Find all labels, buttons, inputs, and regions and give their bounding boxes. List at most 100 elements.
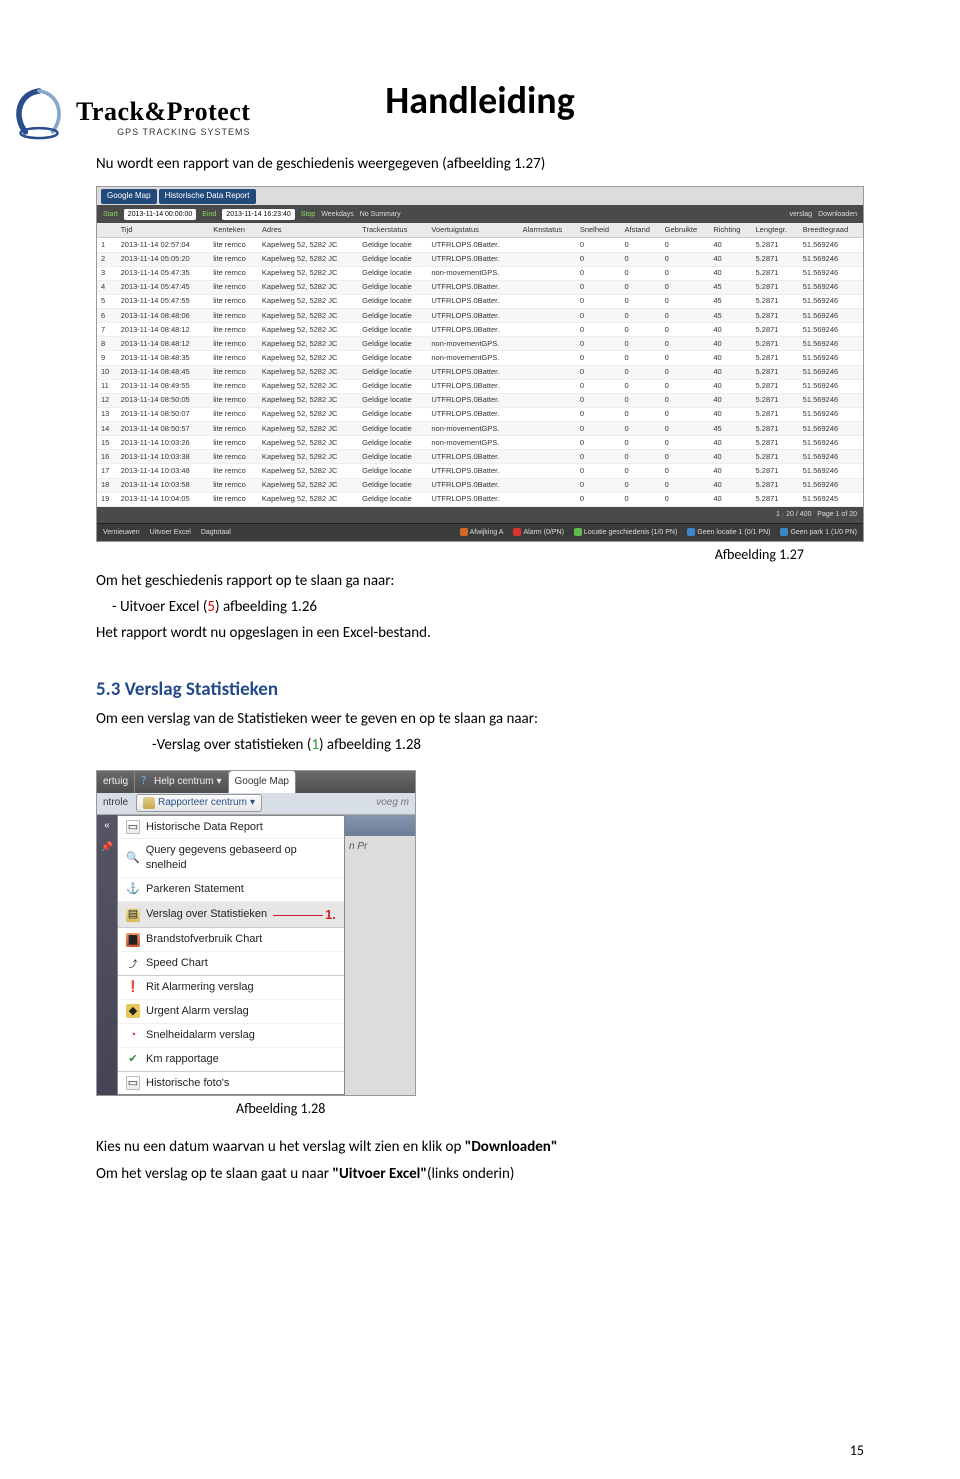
table-cell: 40 bbox=[709, 393, 751, 407]
table-row[interactable]: 92013-11-14 08:48:35lite remcoKapelweg 5… bbox=[97, 351, 863, 365]
table-cell: Kapelweg 52, 5282 JC bbox=[258, 351, 358, 365]
table-cell: Geldige locatie bbox=[358, 337, 427, 351]
table-cell: 0 bbox=[661, 478, 710, 492]
help-centrum-menu[interactable]: ？Help centrum▾ bbox=[135, 771, 229, 793]
table-cell: UTFRLOPS.0Batter. bbox=[427, 407, 518, 421]
dropdown-item[interactable]: ✔Km rapportage bbox=[118, 1048, 344, 1072]
table-cell: lite remco bbox=[209, 252, 258, 266]
table-cell: 0 bbox=[576, 379, 621, 393]
nosummary-option[interactable]: No Summary bbox=[360, 210, 401, 219]
report-column-header bbox=[97, 223, 117, 238]
table-cell: Kapelweg 52, 5282 JC bbox=[258, 323, 358, 337]
verslag-button[interactable]: verslag bbox=[790, 210, 813, 219]
table-row[interactable]: 152013-11-14 10:03:26lite remcoKapelweg … bbox=[97, 436, 863, 450]
end-date-input[interactable]: 2013-11-14 16:23:40 bbox=[222, 209, 294, 220]
dropdown-item[interactable]: ❗Rit Alarmering verslag bbox=[118, 976, 344, 1000]
table-cell bbox=[519, 464, 576, 478]
table-cell: 2013-11-14 05:47:45 bbox=[117, 280, 210, 294]
table-cell: UTFRLOPS.0Batter. bbox=[427, 379, 518, 393]
table-cell: 0 bbox=[661, 393, 710, 407]
pin-icon[interactable]: 📌 bbox=[97, 837, 117, 859]
report-pager[interactable]: 1 · 20 / 400 Page 1 of 20 bbox=[97, 507, 863, 523]
dropdown-item[interactable]: ▤Verslag over Statistieken1. bbox=[118, 902, 344, 929]
table-cell: 17 bbox=[97, 464, 117, 478]
table-cell: Kapelweg 52, 5282 JC bbox=[258, 252, 358, 266]
legend-c: Locatie geschiedenis (1/0 PN) bbox=[574, 528, 677, 537]
table-row[interactable]: 122013-11-14 08:50:05lite remcoKapelweg … bbox=[97, 393, 863, 407]
table-row[interactable]: 162013-11-14 10:03:38lite remcoKapelweg … bbox=[97, 450, 863, 464]
table-row[interactable]: 142013-11-14 08:50:57lite remcoKapelweg … bbox=[97, 422, 863, 436]
table-cell: 0 bbox=[661, 323, 710, 337]
dropdown-item[interactable]: ◔Snelheidalarm verslag bbox=[118, 1024, 344, 1048]
table-cell: 0 bbox=[661, 252, 710, 266]
table-cell: Kapelweg 52, 5282 JC bbox=[258, 365, 358, 379]
table-cell: 0 bbox=[621, 422, 661, 436]
dropdown-item-label: Verslag over Statistieken bbox=[146, 907, 267, 922]
start-date-input[interactable]: 2013-11-14 00:00:00 bbox=[124, 209, 196, 220]
dropdown-item[interactable]: ▆Brandstofverbruik Chart bbox=[118, 928, 344, 952]
table-row[interactable]: 82013-11-14 08:48:12lite remcoKapelweg 5… bbox=[97, 337, 863, 351]
page-icon: ▭ bbox=[126, 1076, 140, 1090]
table-cell: Geldige locatie bbox=[358, 323, 427, 337]
vernieuwen-button[interactable]: Vernieuwen bbox=[103, 528, 140, 537]
tab-google-map[interactable]: Google Map bbox=[101, 189, 157, 204]
dropdown-item[interactable]: ▭Historische foto's bbox=[118, 1072, 344, 1095]
dropdown-item-label: Query gegevens gebaseerd op snelheid bbox=[146, 843, 336, 873]
table-cell: Kapelweg 52, 5282 JC bbox=[258, 280, 358, 294]
table-cell: Kapelweg 52, 5282 JC bbox=[258, 492, 358, 506]
table-cell bbox=[519, 280, 576, 294]
table-row[interactable]: 182013-11-14 10:03:58lite remcoKapelweg … bbox=[97, 478, 863, 492]
downloaden-button[interactable]: Downloaden bbox=[818, 210, 857, 219]
table-row[interactable]: 102013-11-14 08:48:45lite remcoKapelweg … bbox=[97, 365, 863, 379]
dropdown-item-label: Brandstofverbruik Chart bbox=[146, 932, 262, 947]
table-cell: 0 bbox=[576, 294, 621, 308]
table-cell: 40 bbox=[709, 365, 751, 379]
table-row[interactable]: 42013-11-14 05:47:45lite remcoKapelweg 5… bbox=[97, 280, 863, 294]
dropdown-item[interactable]: ⚓ Parkeren Statement bbox=[118, 878, 344, 902]
report-column-header: Gebruikte bbox=[661, 223, 710, 238]
dropdown-item[interactable]: ◆Urgent Alarm verslag bbox=[118, 1000, 344, 1024]
table-row[interactable]: 192013-11-14 10:04:05lite remcoKapelweg … bbox=[97, 492, 863, 506]
collapse-icon[interactable]: « bbox=[97, 815, 117, 837]
table-row[interactable]: 112013-11-14 08:49:55lite remcoKapelweg … bbox=[97, 379, 863, 393]
table-cell: Geldige locatie bbox=[358, 252, 427, 266]
section-5-3-bullet: -Verslag over statistieken (1) afbeeldin… bbox=[96, 735, 864, 755]
dropdown-item[interactable]: ▭Historische Data Report bbox=[118, 816, 344, 840]
table-row[interactable]: 72013-11-14 08:48:12lite remcoKapelweg 5… bbox=[97, 323, 863, 337]
table-row[interactable]: 32013-11-14 05:47:35lite remcoKapelweg 5… bbox=[97, 266, 863, 280]
table-cell: 0 bbox=[621, 266, 661, 280]
section-5-3-heading: 5.3 Verslag Statistieken bbox=[96, 677, 864, 703]
dropdown-item[interactable]: 🔍Query gegevens gebaseerd op snelheid bbox=[118, 839, 344, 878]
page-number: 15 bbox=[850, 1442, 864, 1459]
table-cell: 40 bbox=[709, 407, 751, 421]
dagtotaal-button[interactable]: Dagtotaal bbox=[201, 528, 231, 537]
table-row[interactable]: 52013-11-14 05:47:55lite remcoKapelweg 5… bbox=[97, 294, 863, 308]
table-cell: 0 bbox=[621, 464, 661, 478]
table-cell: 2013-11-14 08:48:12 bbox=[117, 323, 210, 337]
table-cell: 5.2871 bbox=[752, 393, 799, 407]
uitvoer-excel-button[interactable]: Uitvoer Excel bbox=[150, 528, 191, 537]
table-cell: 0 bbox=[621, 351, 661, 365]
table-row[interactable]: 12013-11-14 02:57:04lite remcoKapelweg 5… bbox=[97, 238, 863, 252]
table-row[interactable]: 22013-11-14 05:05:20lite remcoKapelweg 5… bbox=[97, 252, 863, 266]
dropdown-item-label: Parkeren Statement bbox=[146, 882, 244, 897]
urgent-icon: ◆ bbox=[126, 1004, 140, 1018]
tab-history-report[interactable]: Historische Data Report bbox=[159, 189, 256, 204]
anchor-icon: ⚓ bbox=[126, 882, 140, 896]
table-cell: 0 bbox=[576, 365, 621, 379]
legend-d: Geen locatie 1 (0/1 PN) bbox=[687, 528, 770, 537]
rapporteer-centrum-menu[interactable]: Rapporteer centrum ▾ bbox=[136, 794, 262, 812]
dropdown-item[interactable]: ⤴Speed Chart bbox=[118, 952, 344, 976]
stop-button[interactable]: Stop bbox=[301, 210, 315, 219]
table-cell: 5.2871 bbox=[752, 464, 799, 478]
tab-google-map-2[interactable]: Google Map bbox=[229, 771, 296, 793]
table-cell: 5.2871 bbox=[752, 238, 799, 252]
table-row[interactable]: 172013-11-14 10:03:48lite remcoKapelweg … bbox=[97, 464, 863, 478]
weekday-option[interactable]: Weekdays bbox=[321, 210, 354, 219]
table-cell: 2013-11-14 08:48:45 bbox=[117, 365, 210, 379]
table-cell: 0 bbox=[576, 422, 621, 436]
menu-left-rail: « 📌 bbox=[97, 815, 117, 1096]
table-row[interactable]: 132013-11-14 08:50:07lite remcoKapelweg … bbox=[97, 407, 863, 421]
table-row[interactable]: 62013-11-14 08:48:06lite remcoKapelweg 5… bbox=[97, 309, 863, 323]
table-cell: 8 bbox=[97, 337, 117, 351]
